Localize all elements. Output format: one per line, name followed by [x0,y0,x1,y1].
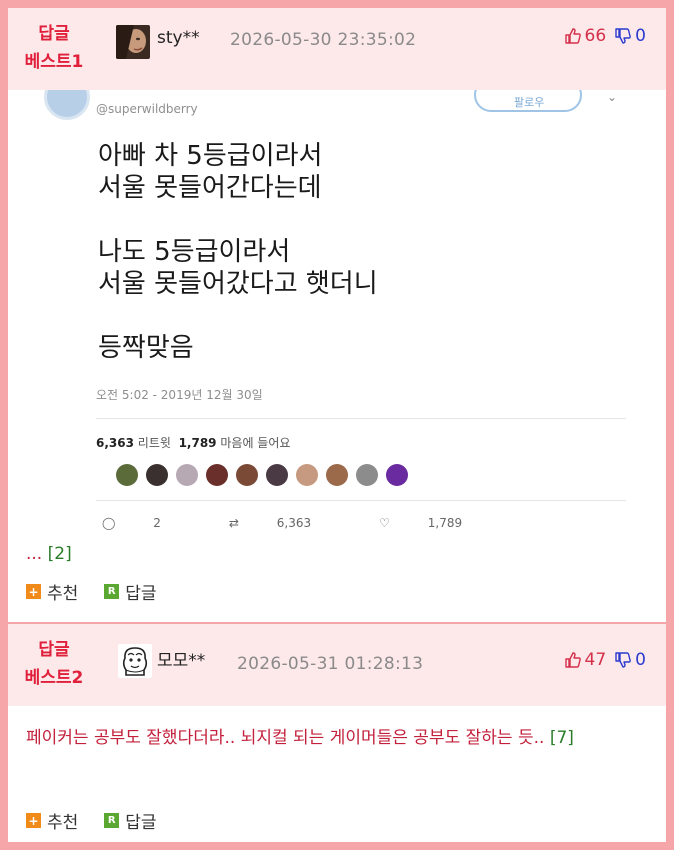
vote-counts: 47 0 [564,650,646,670]
thumbs-up-icon [564,652,581,668]
nickname[interactable]: sty** [157,28,200,48]
reply-r-icon: R [104,584,120,599]
comment-best-1: 답글 베스트1 sty** 2026-05-30 23:35:02 66 0 @… [8,8,666,622]
best-replies-panel: 답글 베스트1 sty** 2026-05-30 23:35:02 66 0 @… [8,8,666,842]
tweet-avatar [44,90,90,120]
upvote-count: 47 [584,650,607,670]
downvote-count: 0 [635,26,646,46]
nickname[interactable]: 모모** [157,646,205,671]
avatar[interactable] [118,644,152,678]
tweet-reply: ◯ 2 [102,516,195,530]
comment-actions: + 추천 R 답글 [26,808,183,833]
thumbs-down-icon [615,652,631,668]
tweet-stats: 6,363 리트윗 1,789 마음에 들어요 [96,434,290,451]
comment-actions: + 추천 R 답글 [26,579,183,604]
divider [96,500,626,501]
tweet-line [98,204,378,236]
tweet-line: 아빠 차 5등급이라서 [98,141,323,171]
like-label: 마음에 들어요 [220,436,291,450]
liker-avatar [206,464,228,486]
comment-text: 페이커는 공부도 잘했다더라.. 뇌지컬 되는 게이머들은 공부도 잘하는 듯.… [26,724,656,753]
recommend-label: 추천 [47,584,79,604]
tweet-actions: ◯ 2 ⇄ 6,363 ♡ 1,789 [102,516,530,530]
avatar[interactable] [116,25,150,59]
upvote[interactable]: 66 [564,26,607,46]
badge-rank: 베스트2 [24,668,84,688]
comment-best-2: 답글 베스트2 모모** 2026-05-31 01:28:13 47 0 페이… [8,624,666,842]
reply-r-icon: R [104,813,120,828]
tweet-line: 서울 못들어간다는데 [98,173,322,203]
liker-avatar [326,464,348,486]
divider [96,418,626,419]
comment-body: 페이커는 공부도 잘했다더라.. 뇌지컬 되는 게이머들은 공부도 잘하는 듯.… [26,728,545,748]
retweet-icon: ⇄ [228,516,239,530]
tweet-like-count: 1,789 [427,516,463,530]
comment-ellipsis: ... [26,544,43,564]
post-date: 2026-05-31 01:28:13 [237,654,424,674]
tweet-line: 나도 5등급이라서 [98,237,291,267]
upvote[interactable]: 47 [564,650,607,670]
liker-avatar [176,464,198,486]
upvote-count: 66 [584,26,607,46]
badge-label: 답글 [38,24,70,44]
liker-avatar [116,464,138,486]
reply-button[interactable]: R 답글 [104,808,157,833]
comment-text: ... [2] [26,544,72,564]
plus-icon: + [26,584,41,599]
tweet-line: 등짝맞음 [98,333,194,363]
tweet-retweet: ⇄ 6,363 [229,516,345,530]
reply-count[interactable]: [7] [550,728,574,748]
tweet-time: 오전 5:02 - 2019년 12월 30일 [96,388,263,402]
best-reply-badge: 답글 베스트1 [14,20,94,76]
liker-avatar [146,464,168,486]
thumbs-down-icon [615,28,631,44]
tweet-reply-count: 2 [153,516,161,530]
reply-button[interactable]: R 답글 [104,579,157,604]
downvote[interactable]: 0 [614,650,646,670]
retweet-label: 리트윗 [137,436,171,450]
plus-icon: + [26,813,41,828]
badge-label: 답글 [38,640,70,660]
reply-label: 답글 [125,584,157,604]
liker-avatar [266,464,288,486]
downvote-count: 0 [635,650,646,670]
tweet-line [98,300,378,332]
badge-rank: 베스트1 [24,52,84,72]
tweet-like: ♡ 1,789 [379,516,496,530]
recommend-button[interactable]: + 추천 [26,579,78,604]
tweet-follow-label: 팔로우 [514,96,545,109]
tweet-screenshot-image: @superwildberry 팔로우 ⌄ 아빠 차 5등급이라서 서울 못들어… [32,90,642,530]
comment-header: 답글 베스트2 모모** 2026-05-31 01:28:13 47 0 [8,624,666,706]
reply-count[interactable]: [2] [48,544,72,564]
downvote[interactable]: 0 [614,26,646,46]
liker-avatar [386,464,408,486]
vote-counts: 66 0 [564,26,646,46]
comment-header: 답글 베스트1 sty** 2026-05-30 23:35:02 66 0 [8,8,666,90]
recommend-button[interactable]: + 추천 [26,808,78,833]
thumbs-up-icon [564,28,581,44]
retweet-total: 6,363 [96,436,134,450]
liker-avatars [116,464,416,486]
post-date: 2026-05-30 23:35:02 [230,30,417,50]
best-reply-badge: 답글 베스트2 [14,636,94,692]
tweet-handle: @superwildberry [96,102,198,116]
tweet-line: 서울 못들어갔다고 햇더니 [98,269,378,299]
chevron-down-icon: ⌄ [607,90,618,104]
reply-icon: ◯ [102,516,116,530]
heart-icon: ♡ [379,516,390,530]
liker-avatar [296,464,318,486]
reply-label: 답글 [125,813,157,833]
tweet-text: 아빠 차 5등급이라서 서울 못들어간다는데 나도 5등급이라서 서울 못들어갔… [98,140,378,364]
like-total: 1,789 [178,436,217,450]
tweet-retweet-count: 6,363 [276,516,312,530]
liker-avatar [356,464,378,486]
liker-avatar [236,464,258,486]
recommend-label: 추천 [47,813,79,833]
